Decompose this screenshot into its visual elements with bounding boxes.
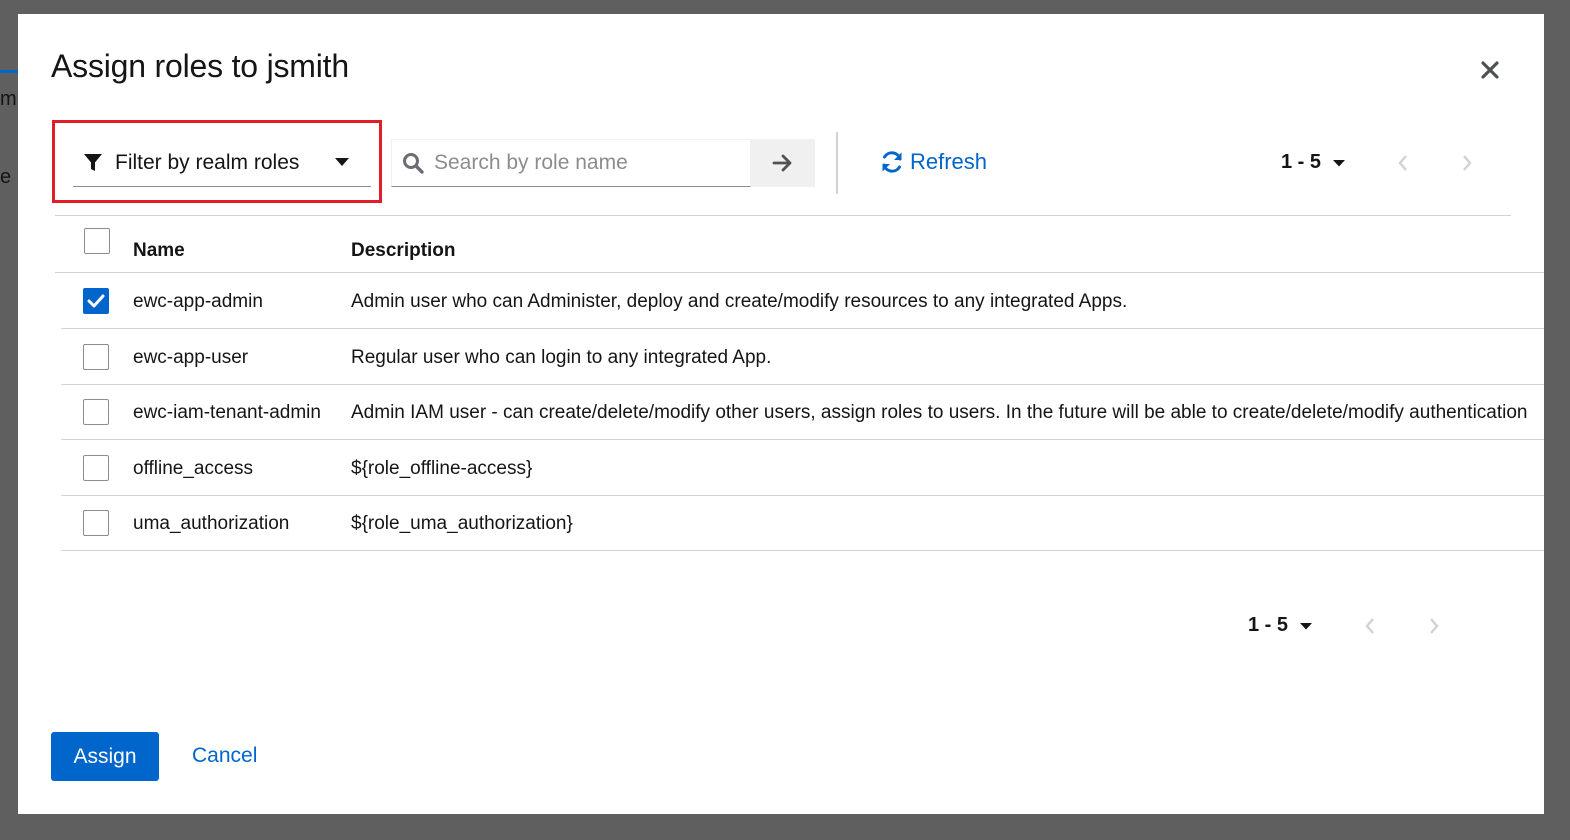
row-select-checkbox[interactable] xyxy=(83,399,109,425)
next-page-button[interactable] xyxy=(1428,617,1440,635)
previous-page-button[interactable] xyxy=(1397,154,1409,172)
close-button[interactable] xyxy=(1478,58,1502,82)
caret-down-icon xyxy=(1333,159,1346,166)
assign-roles-modal: Assign roles to jsmith Filter by realm r… xyxy=(18,14,1544,814)
caret-down-icon xyxy=(335,158,349,166)
row-select-checkbox[interactable] xyxy=(83,343,109,370)
role-name: uma_authorization xyxy=(133,513,290,534)
table-row: ewc-app-user Regular user who can login t… xyxy=(61,330,1544,385)
filter-dropdown-label: Filter by realm roles xyxy=(115,150,300,174)
row-select-checkbox[interactable] xyxy=(83,288,109,314)
bottom-pagination: 1 - 5 xyxy=(1248,614,1440,637)
refresh-icon xyxy=(882,151,902,173)
caret-down-icon xyxy=(1300,622,1313,629)
role-description: Admin user who can Administer, deploy an… xyxy=(351,291,1128,312)
top-pagination: 1 - 5 xyxy=(1281,151,1473,174)
chevron-left-icon xyxy=(1398,154,1407,171)
background-tab-indicator xyxy=(0,70,18,73)
checkmark-icon xyxy=(87,294,105,308)
chevron-left-icon xyxy=(1365,617,1374,634)
modal-title: Assign roles to jsmith xyxy=(51,48,349,84)
close-icon xyxy=(1481,61,1499,79)
background-text-fragment: m xyxy=(0,88,17,110)
previous-page-button[interactable] xyxy=(1364,617,1376,635)
toolbar-divider xyxy=(836,132,838,194)
assign-button[interactable]: Assign xyxy=(51,732,159,781)
pagination-range-text: 1 - 5 xyxy=(1281,151,1322,173)
refresh-button[interactable]: Refresh xyxy=(880,149,987,175)
table-row: offline_access ${role_offline-access} xyxy=(61,441,1544,496)
column-header-name: Name xyxy=(133,240,185,261)
role-name: offline_access xyxy=(133,457,254,479)
table-header-row: Name Description xyxy=(55,216,1544,273)
pagination-range-toggle[interactable]: 1 - 5 xyxy=(1281,151,1346,174)
role-name: ewc-app-user xyxy=(133,346,249,368)
table-row: uma_authorization ${role_uma_authorizatio… xyxy=(61,496,1544,551)
next-page-button[interactable] xyxy=(1461,154,1473,172)
table-row: ewc-app-admin Admin user who can Administ… xyxy=(61,274,1544,329)
cancel-button[interactable]: Cancel xyxy=(192,744,257,768)
table-row: ewc-iam-tenant-admin Admin IAM user - can… xyxy=(61,385,1544,440)
row-select-checkbox[interactable] xyxy=(83,454,109,481)
role-name: ewc-iam-tenant-admin xyxy=(133,402,321,423)
role-description: ${role_offline-access} xyxy=(351,457,533,479)
role-description: Admin IAM user - can create/delete/modif… xyxy=(351,402,1528,423)
refresh-label: Refresh xyxy=(910,149,988,174)
row-select-checkbox[interactable] xyxy=(83,510,109,536)
chevron-right-icon xyxy=(1463,154,1472,171)
arrow-right-icon xyxy=(772,154,792,172)
role-name: ewc-app-admin xyxy=(133,291,263,312)
column-header-description: Description xyxy=(351,240,456,261)
search-submit-button[interactable] xyxy=(751,139,815,187)
search-icon xyxy=(403,153,424,174)
chevron-right-icon xyxy=(1430,617,1439,634)
pagination-range-toggle[interactable]: 1 - 5 xyxy=(1248,614,1313,637)
pagination-range-text: 1 - 5 xyxy=(1248,614,1289,636)
search-role-name-field xyxy=(391,139,751,187)
role-description: ${role_uma_authorization} xyxy=(351,513,573,534)
filter-icon xyxy=(84,153,102,171)
search-input[interactable] xyxy=(434,151,744,175)
role-description: Regular user who can login to any integr… xyxy=(351,346,772,368)
filter-by-realm-roles-dropdown[interactable]: Filter by realm roles xyxy=(73,139,371,187)
select-all-checkbox[interactable] xyxy=(84,228,110,254)
